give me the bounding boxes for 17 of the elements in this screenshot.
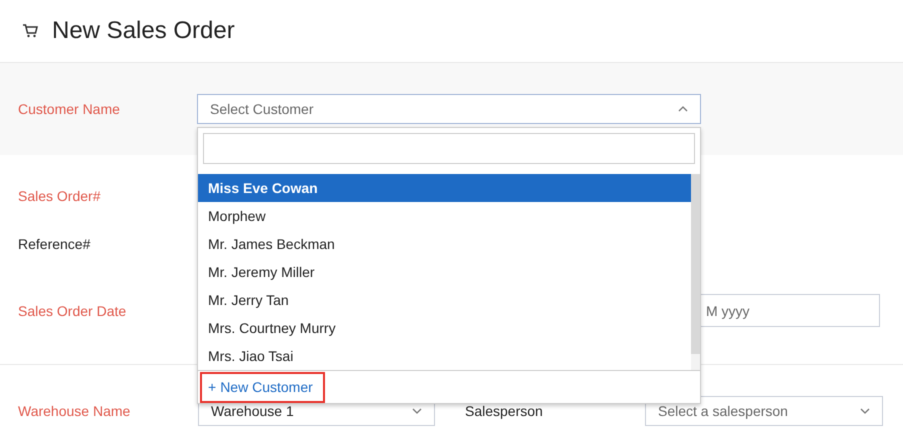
field-label: Sales Order# bbox=[18, 188, 102, 204]
field-label: Sales Order Date bbox=[18, 302, 128, 318]
field-label: Salesperson bbox=[465, 403, 544, 419]
page-title: New Sales Order bbox=[52, 17, 235, 45]
caret-icon bbox=[860, 408, 870, 414]
salesperson-select[interactable]: Select a salesperson bbox=[645, 396, 883, 426]
caret-icon bbox=[412, 408, 422, 414]
new-customer-link[interactable]: + New Customer bbox=[200, 372, 325, 402]
customer-select[interactable]: Select Customer bbox=[197, 94, 701, 124]
caret-icon bbox=[678, 106, 688, 112]
cart-icon bbox=[22, 24, 38, 38]
field-label: Customer Name bbox=[18, 101, 121, 117]
scrollbar-thumb[interactable] bbox=[691, 174, 700, 354]
search-field[interactable] bbox=[203, 133, 695, 164]
customer-option[interactable]: Miss Eve Cowan bbox=[198, 174, 691, 202]
field-label: Warehouse Name bbox=[18, 403, 132, 419]
field-label: Reference# bbox=[18, 236, 92, 252]
